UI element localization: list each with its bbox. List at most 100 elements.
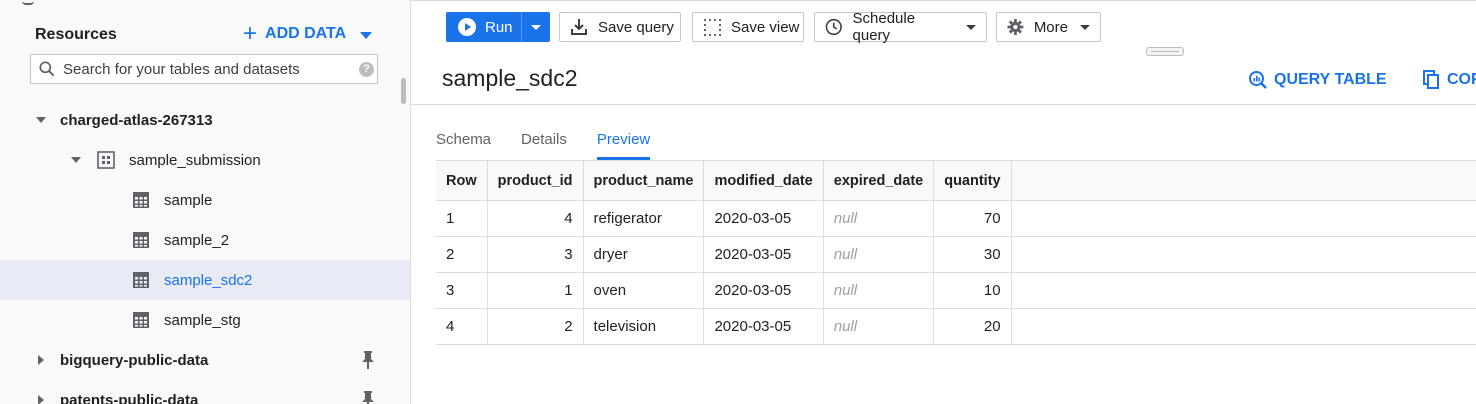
expand-arrow-icon[interactable] bbox=[71, 157, 81, 163]
cell-product-id: 1 bbox=[487, 272, 584, 309]
table-header-row: Row product_id product_name modified_dat… bbox=[436, 161, 1012, 201]
tree-item-label: charged-atlas-267313 bbox=[60, 111, 213, 129]
row-divider bbox=[988, 344, 1476, 345]
copy-icon bbox=[1423, 70, 1439, 89]
column-header: modified_date bbox=[703, 161, 824, 201]
resource-search-box[interactable]: ? bbox=[30, 54, 378, 84]
cell-quantity: 30 bbox=[933, 236, 1012, 273]
tree-item-patents-public-data[interactable]: patents-public-data bbox=[0, 380, 410, 404]
query-table-label: QUERY TABLE bbox=[1274, 71, 1387, 88]
tree-item-sample-2[interactable]: sample_2 bbox=[0, 220, 410, 260]
tree-item-label: patents-public-data bbox=[60, 391, 199, 404]
save-view-label: Save view bbox=[731, 18, 800, 36]
help-icon[interactable]: ? bbox=[359, 61, 374, 77]
table-header-extension bbox=[988, 161, 1476, 201]
run-button[interactable]: Run bbox=[446, 12, 550, 42]
tree-item-label: sample_stg bbox=[164, 311, 241, 329]
chevron-down-icon bbox=[1080, 24, 1090, 30]
row-divider bbox=[988, 236, 1476, 237]
sidebar-top-fragment bbox=[0, 0, 410, 6]
table-row: 1 4 refigerator 2020-03-05 null 70 bbox=[436, 200, 1012, 237]
column-header: product_name bbox=[583, 161, 705, 201]
preview-table: Row product_id product_name modified_dat… bbox=[436, 161, 1012, 345]
tree-item-label: bigquery-public-data bbox=[60, 351, 209, 369]
pin-icon[interactable] bbox=[361, 391, 375, 404]
search-input[interactable] bbox=[61, 59, 355, 79]
dataset-icon bbox=[97, 151, 115, 169]
row-divider bbox=[988, 308, 1476, 309]
resources-title: Resources bbox=[35, 26, 117, 43]
table-icon bbox=[133, 192, 149, 208]
table-icon bbox=[133, 272, 149, 288]
table-row: 2 3 dryer 2020-03-05 null 30 bbox=[436, 236, 1012, 273]
cell-quantity: 20 bbox=[933, 308, 1012, 345]
tree-item-label: sample_submission bbox=[129, 151, 261, 169]
cell-product-name: television bbox=[583, 308, 705, 345]
expand-arrow-icon[interactable] bbox=[38, 395, 44, 404]
tree-item-sample-sdc2[interactable]: sample_sdc2 bbox=[0, 260, 410, 300]
column-header: quantity bbox=[933, 161, 1012, 201]
table-icon bbox=[133, 312, 149, 328]
tab-details[interactable]: Details bbox=[521, 128, 567, 157]
tree-item-sample-stg[interactable]: sample_stg bbox=[0, 300, 410, 340]
play-icon bbox=[458, 18, 476, 36]
cell-product-id: 3 bbox=[487, 236, 584, 273]
cell-product-name: oven bbox=[583, 272, 705, 309]
expand-arrow-icon[interactable] bbox=[38, 355, 44, 365]
column-header: product_id bbox=[487, 161, 584, 201]
view-grid-icon bbox=[704, 19, 721, 36]
detail-tabs: Schema Details Preview bbox=[436, 128, 680, 160]
tree-item-charged-atlas[interactable]: charged-atlas-267313 bbox=[0, 100, 410, 140]
cell-quantity: 10 bbox=[933, 272, 1012, 309]
cell-product-id: 2 bbox=[487, 308, 584, 345]
table-title: sample_sdc2 bbox=[442, 65, 578, 91]
cell-quantity: 70 bbox=[933, 200, 1012, 237]
run-options-dropdown[interactable] bbox=[521, 12, 550, 42]
chevron-down-icon bbox=[531, 24, 542, 30]
column-header: Row bbox=[436, 161, 488, 201]
query-search-icon bbox=[1249, 71, 1267, 89]
add-data-button[interactable]: + ADD DATA bbox=[243, 20, 373, 47]
plus-icon: + bbox=[243, 20, 258, 47]
header-divider bbox=[411, 104, 1476, 105]
copy-label: COP bbox=[1447, 71, 1476, 88]
cell-product-name: refigerator bbox=[583, 200, 705, 237]
tree-item-label: sample_sdc2 bbox=[164, 271, 253, 289]
query-table-button[interactable]: QUERY TABLE bbox=[1248, 70, 1387, 90]
chevron-down-icon bbox=[360, 32, 373, 39]
resources-panel: Resources + ADD DATA ? charged-atlas-267… bbox=[0, 0, 411, 404]
search-icon bbox=[39, 61, 55, 77]
save-query-label: Save query bbox=[598, 18, 674, 36]
table-row: 3 1 oven 2020-03-05 null 10 bbox=[436, 272, 1012, 309]
table-row: 4 2 television 2020-03-05 null 20 bbox=[436, 308, 1012, 345]
cell-product-name: dryer bbox=[583, 236, 705, 273]
row-number: 4 bbox=[436, 308, 488, 345]
tree-item-bigquery-public-data[interactable]: bigquery-public-data bbox=[0, 340, 410, 380]
save-view-button[interactable]: Save view bbox=[692, 12, 804, 42]
cell-product-id: 4 bbox=[487, 200, 584, 237]
pin-icon[interactable] bbox=[361, 351, 375, 369]
row-number: 1 bbox=[436, 200, 488, 237]
table-icon bbox=[133, 232, 149, 248]
expand-arrow-icon[interactable] bbox=[36, 117, 46, 123]
schedule-query-button[interactable]: Schedule query bbox=[814, 10, 987, 44]
save-query-button[interactable]: Save query bbox=[559, 12, 681, 42]
run-label: Run bbox=[485, 18, 513, 36]
tab-schema[interactable]: Schema bbox=[436, 128, 491, 157]
column-header: expired_date bbox=[823, 161, 935, 201]
cell-expired-date: null bbox=[823, 200, 935, 237]
download-icon bbox=[571, 19, 587, 35]
tree-item-label: sample_2 bbox=[164, 231, 230, 249]
run-main-button[interactable]: Run bbox=[446, 12, 521, 42]
copy-table-button[interactable]: COP bbox=[1423, 70, 1476, 90]
cell-modified-date: 2020-03-05 bbox=[703, 308, 824, 345]
row-number: 3 bbox=[436, 272, 488, 309]
cell-expired-date: null bbox=[823, 308, 935, 345]
tree-item-sample-submission[interactable]: sample_submission bbox=[0, 140, 410, 180]
chevron-down-icon bbox=[966, 24, 976, 30]
tree-item-sample[interactable]: sample bbox=[0, 180, 410, 220]
tab-preview[interactable]: Preview bbox=[596, 128, 651, 160]
schedule-query-label: Schedule query bbox=[852, 10, 916, 44]
editor-resize-handle[interactable] bbox=[1146, 47, 1184, 56]
more-button[interactable]: More bbox=[996, 12, 1101, 42]
